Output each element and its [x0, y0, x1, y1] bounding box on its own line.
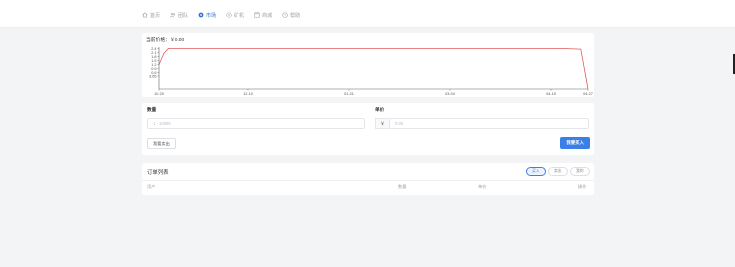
market-icon — [198, 12, 204, 18]
buy-button[interactable]: 我要买入 — [560, 137, 590, 149]
order-list-card: 订单列表 买入 卖出 我的 用户 数量 单价 操作 — [142, 163, 594, 195]
nav-item-label: 矿机 — [234, 12, 245, 19]
x-tick-label: 03-04 — [445, 92, 455, 96]
miner-icon — [226, 12, 232, 18]
y-tick-label: 3.65 — [149, 74, 156, 78]
team-icon — [170, 12, 176, 18]
x-tick-label: 04-15 — [546, 92, 556, 96]
nav-item-label: 商城 — [262, 12, 273, 19]
home-icon — [142, 12, 148, 18]
order-list-title: 订单列表 — [147, 170, 169, 176]
x-tick-label: 12-10 — [243, 92, 253, 96]
column-action: 操作 — [578, 184, 587, 189]
x-tick-label: 10-29 — [154, 92, 164, 96]
unit-price-label: 单价 — [375, 107, 385, 112]
x-tick-label: 01-21 — [344, 92, 354, 96]
currency-addon: ￥ — [375, 118, 389, 129]
nav-item-label: 团队 — [178, 12, 189, 19]
tab-sell[interactable]: 卖出 — [548, 167, 568, 176]
sell-button[interactable]: 我要卖出 — [147, 138, 176, 149]
x-tick-label: 04-27 — [583, 92, 593, 96]
tab-buy[interactable]: 买入 — [526, 167, 546, 176]
unit-price-input[interactable]: 0.00 — [389, 118, 589, 129]
order-list-divider — [142, 180, 594, 181]
trade-form-card: 数量 1 - 10000 单价 ￥ 0.00 我要卖出 我要买入 — [142, 103, 594, 155]
nav-item-home[interactable]: 首页 — [142, 12, 160, 19]
price-line-chart: 2.42.11.81.51.20.90.63.6510-29 12-10 01-21… — [149, 47, 593, 96]
nav-item-market[interactable]: 市场 — [198, 12, 216, 19]
nav-item-team[interactable]: 团队 — [170, 12, 188, 19]
column-price: 单价 — [478, 184, 487, 189]
help-icon — [282, 12, 288, 18]
top-navigation-bar: 首页 团队 市场 矿机 商城 帮助 — [0, 0, 735, 28]
nav-item-label: 帮助 — [290, 12, 301, 19]
column-quantity: 数量 — [398, 184, 407, 189]
quantity-label: 数量 — [147, 107, 157, 112]
price-series-line — [158, 48, 589, 90]
nav-item-shop[interactable]: 商城 — [254, 12, 272, 19]
nav-item-label: 首页 — [150, 12, 161, 19]
nav-item-miner[interactable]: 矿机 — [226, 12, 244, 19]
nav-item-label: 市场 — [206, 12, 217, 19]
main-nav: 首页 团队 市场 矿机 商城 帮助 — [142, 10, 300, 20]
tab-mine[interactable]: 我的 — [570, 167, 590, 176]
shop-icon — [254, 12, 260, 18]
column-user: 用户 — [147, 184, 156, 189]
price-chart-card: 当前价格：￥0.00 2.4 2.1 1.8 1.5 1.2 0.9 0.6 3.65 10-2… — [142, 33, 594, 97]
nav-item-help[interactable]: 帮助 — [282, 12, 300, 19]
quantity-input[interactable]: 1 - 10000 — [147, 118, 365, 129]
